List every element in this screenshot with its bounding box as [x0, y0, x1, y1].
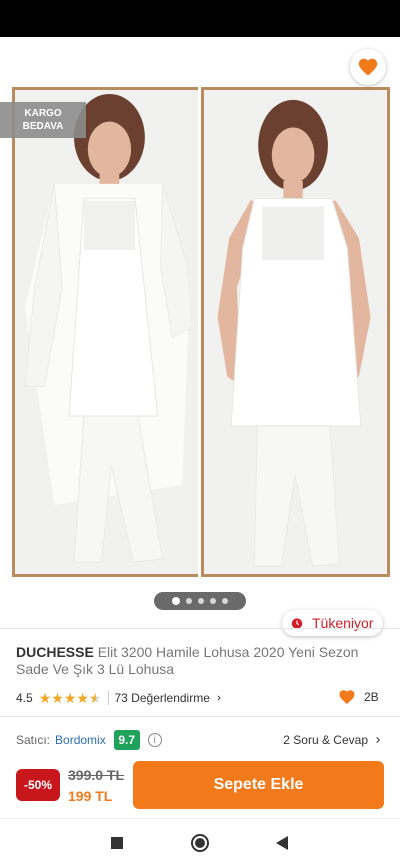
nav-home-icon	[191, 834, 209, 852]
carousel-dot[interactable]	[172, 597, 180, 605]
seller-link[interactable]: Bordomix	[55, 733, 106, 747]
system-nav-bar	[0, 818, 400, 866]
nav-back-button[interactable]	[270, 831, 294, 855]
chevron-right-icon	[376, 737, 380, 743]
star-icon: ★	[38, 690, 52, 706]
new-price: 199 TL	[68, 788, 113, 804]
product-title: DUCHESSE Elit 3200 Hamile Lohusa 2020 Ye…	[16, 644, 386, 678]
free-shipping-badge: KARGO BEDAVA	[0, 102, 86, 138]
product-photo-left	[12, 87, 198, 577]
arrow-left-icon	[22, 61, 36, 75]
rating-stars: ★ ★ ★ ★ ★	[39, 691, 102, 705]
add-to-cart-button[interactable]: Sepete Ekle	[133, 761, 384, 809]
divider	[0, 628, 400, 629]
chevron-right-icon	[217, 695, 221, 701]
separator	[107, 691, 109, 705]
star-icon: ★	[51, 690, 64, 706]
reviews-label: 73 Değerlendirme	[114, 691, 210, 705]
info-icon[interactable]: i	[147, 733, 162, 747]
share-icon	[306, 58, 324, 78]
back-button[interactable]	[12, 51, 46, 85]
purchase-bar: -50% 399.0 TL 199 TL Sepete Ekle	[0, 752, 400, 818]
old-price: 399.0 TL	[68, 767, 125, 783]
heart-icon	[358, 58, 378, 76]
questions-label: 2 Soru & Cevap	[283, 733, 368, 747]
product-photo-right	[201, 87, 390, 577]
product-brand: DUCHESSE	[16, 644, 94, 660]
rating-row: 4.5 ★ ★ ★ ★ ★ 73 Değerlendirme	[16, 689, 386, 707]
nav-home-button[interactable]	[188, 831, 212, 855]
seller-score-badge: 9.7	[113, 730, 140, 750]
carousel-dot[interactable]	[222, 598, 228, 604]
share-button[interactable]	[298, 51, 332, 85]
status-bar	[0, 0, 400, 37]
divider	[0, 716, 400, 717]
rating-value: 4.5	[16, 691, 33, 705]
carousel-dot[interactable]	[210, 598, 216, 604]
product-image-gallery[interactable]: KARGO BEDAVA	[0, 37, 400, 617]
discount-badge: -50%	[16, 769, 60, 801]
star-half-icon: ★	[88, 690, 102, 706]
questions-link[interactable]: 2 Soru & Cevap	[283, 733, 384, 747]
carousel-dot[interactable]	[186, 598, 192, 604]
reviews-link[interactable]: 73 Değerlendirme	[115, 691, 224, 705]
favorites-label: 2B	[364, 690, 379, 704]
carousel-dot[interactable]	[198, 598, 204, 604]
seller-label: Satıcı:	[16, 733, 51, 747]
nav-recents-button[interactable]	[105, 831, 129, 855]
seller-row: Satıcı: Bordomix 9.7 i 2 Soru & Cevap	[16, 730, 384, 750]
heart-icon	[339, 690, 355, 705]
star-icon: ★	[76, 690, 89, 706]
favorites-count[interactable]: 2B	[338, 688, 379, 706]
favorite-button[interactable]	[350, 49, 386, 85]
star-icon: ★	[63, 690, 77, 706]
carousel-indicator[interactable]	[154, 592, 246, 610]
free-shipping-label: KARGO BEDAVA	[22, 108, 64, 132]
nav-recents-icon	[111, 837, 123, 849]
stock-warning-badge: Tükeniyor	[282, 610, 383, 636]
nav-back-icon	[276, 836, 288, 850]
